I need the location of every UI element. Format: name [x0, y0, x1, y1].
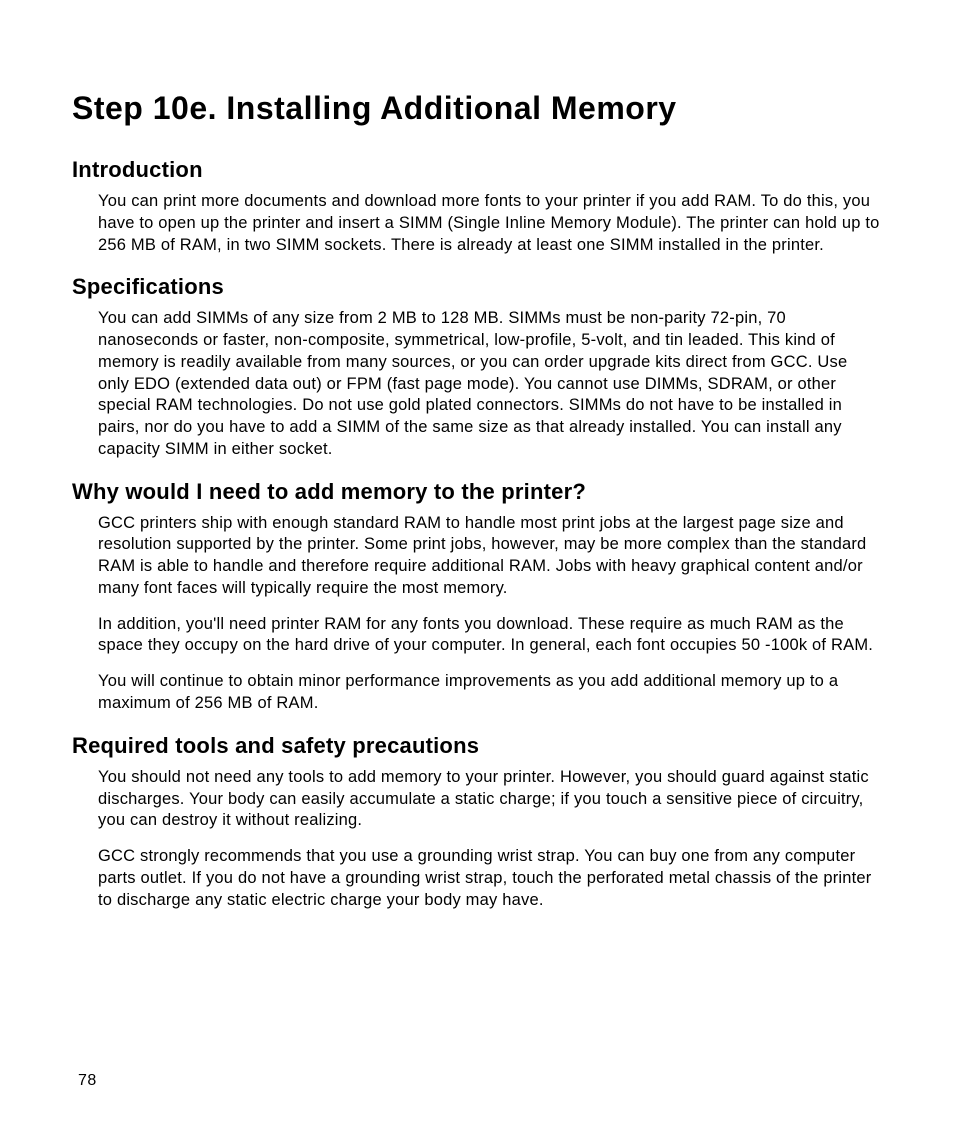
page-number: 78 [78, 1072, 97, 1090]
body-paragraph: You should not need any tools to add mem… [98, 767, 882, 832]
section-heading-specifications: Specifications [72, 274, 882, 300]
document-page: Step 10e. Installing Additional Memory I… [0, 0, 954, 1145]
body-paragraph: You will continue to obtain minor perfor… [98, 671, 882, 715]
section-heading-required-tools: Required tools and safety precautions [72, 733, 882, 759]
section-heading-why-add-memory: Why would I need to add memory to the pr… [72, 479, 882, 505]
body-paragraph: GCC printers ship with enough standard R… [98, 513, 882, 600]
body-paragraph: GCC strongly recommends that you use a g… [98, 846, 882, 911]
page-title: Step 10e. Installing Additional Memory [72, 90, 882, 127]
section-heading-introduction: Introduction [72, 157, 882, 183]
body-paragraph: In addition, you'll need printer RAM for… [98, 614, 882, 658]
body-paragraph: You can print more documents and downloa… [98, 191, 882, 256]
body-paragraph: You can add SIMMs of any size from 2 MB … [98, 308, 882, 460]
